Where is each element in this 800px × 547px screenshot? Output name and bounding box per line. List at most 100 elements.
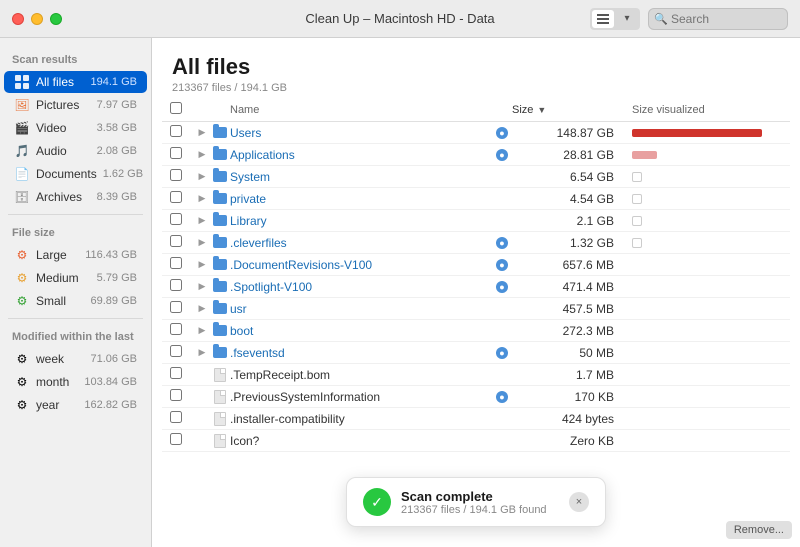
view-list-button[interactable] <box>592 10 614 28</box>
row-name[interactable]: Users <box>230 126 492 140</box>
bar-check <box>632 194 642 204</box>
row-info-button[interactable]: ● <box>492 237 512 249</box>
table-row[interactable]: ▶.fseventsd●50 MB <box>162 342 790 364</box>
doc-icon: 📄 <box>14 166 30 182</box>
row-checkbox-input[interactable] <box>170 301 182 313</box>
row-checkbox-input[interactable] <box>170 257 182 269</box>
table-row[interactable]: ▶ .DocumentRevisions-V100●657.6 MB <box>162 254 790 276</box>
row-name[interactable]: boot <box>230 324 492 338</box>
table-row[interactable]: .TempReceipt.bom1.7 MB <box>162 364 790 386</box>
sidebar-item-archives[interactable]: 🗄 Archives 8.39 GB <box>4 186 147 208</box>
row-size: 471.4 MB <box>512 280 622 294</box>
expand-arrow[interactable]: ▶ <box>194 347 210 358</box>
row-name[interactable]: .cleverfiles <box>230 236 492 250</box>
row-checkbox-input[interactable] <box>170 147 182 159</box>
sidebar-item-audio[interactable]: 🎵 Audio 2.08 GB <box>4 140 147 162</box>
row-name[interactable]: Library <box>230 214 492 228</box>
select-all-checkbox[interactable] <box>170 102 182 114</box>
sidebar-item-all-files[interactable]: All files 194.1 GB <box>4 71 147 93</box>
row-name[interactable]: .fseventsd <box>230 346 492 360</box>
search-input[interactable] <box>648 8 788 30</box>
maximize-button[interactable] <box>50 13 62 25</box>
row-info-button[interactable]: ● <box>492 281 512 293</box>
minimize-button[interactable] <box>31 13 43 25</box>
row-checkbox-input[interactable] <box>170 345 182 357</box>
row-name[interactable]: .DocumentRevisions-V100 <box>230 258 492 272</box>
sidebar-item-year[interactable]: ⚙ year 162.82 GB <box>4 394 147 416</box>
row-checkbox-input[interactable] <box>170 323 182 335</box>
expand-arrow[interactable]: ▶ <box>194 171 210 182</box>
expand-arrow[interactable]: ▶ <box>194 259 210 270</box>
table-row[interactable]: ▶ .Spotlight-V100●471.4 MB <box>162 276 790 298</box>
expand-arrow[interactable]: ▶ <box>194 237 210 248</box>
toast-close-button[interactable]: × <box>569 492 589 512</box>
sidebar-item-label: Medium <box>36 271 91 285</box>
row-checkbox-input[interactable] <box>170 367 182 379</box>
sidebar-item-video[interactable]: 🎬 Video 3.58 GB <box>4 117 147 139</box>
expand-arrow[interactable]: ▶ <box>194 149 210 160</box>
expand-arrow[interactable]: ▶ <box>194 281 210 292</box>
row-checkbox-input[interactable] <box>170 125 182 137</box>
sidebar-item-label: month <box>36 375 78 389</box>
expand-arrow[interactable]: ▶ <box>194 303 210 314</box>
expand-arrow[interactable]: ▶ <box>194 127 210 138</box>
table-row[interactable]: ▶ boot 272.3 MB <box>162 320 790 342</box>
row-info-button[interactable]: ● <box>492 391 512 403</box>
sidebar-item-week[interactable]: ⚙ week 71.06 GB <box>4 348 147 370</box>
sidebar-item-documents[interactable]: 📄 Documents 1.62 GB <box>4 163 147 185</box>
table-row[interactable]: ▶.cleverfiles●1.32 GB <box>162 232 790 254</box>
row-checkbox-input[interactable] <box>170 191 182 203</box>
expand-arrow[interactable]: ▶ <box>194 215 210 226</box>
row-checkbox-input[interactable] <box>170 389 182 401</box>
row-info-button[interactable]: ● <box>492 149 512 161</box>
row-name[interactable]: .installer-compatibility <box>230 412 492 426</box>
name-col-header[interactable]: Name <box>230 104 492 116</box>
row-name[interactable]: .Spotlight-V100 <box>230 280 492 294</box>
row-size: 272.3 MB <box>512 324 622 338</box>
table-row[interactable]: .installer-compatibility424 bytes <box>162 408 790 430</box>
row-name[interactable]: Applications <box>230 148 492 162</box>
table-row[interactable]: ▶private4.54 GB <box>162 188 790 210</box>
table-row[interactable]: ▶usr457.5 MB <box>162 298 790 320</box>
row-checkbox-input[interactable] <box>170 169 182 181</box>
row-checkbox-input[interactable] <box>170 213 182 225</box>
sidebar-item-month[interactable]: ⚙ month 103.84 GB <box>4 371 147 393</box>
table-row[interactable]: .PreviousSystemInformation●170 KB <box>162 386 790 408</box>
row-checkbox-input[interactable] <box>170 433 182 445</box>
sidebar-item-medium[interactable]: ⚙ Medium 5.79 GB <box>4 267 147 289</box>
titlebar-right: ▾ 🔍 <box>590 8 788 30</box>
row-info-button[interactable]: ● <box>492 127 512 139</box>
remove-button[interactable]: Remove... <box>726 521 792 539</box>
table-row[interactable]: ▶Users●148.87 GB <box>162 122 790 144</box>
content-header: All files 213367 files / 194.1 GB <box>152 38 800 98</box>
close-button[interactable] <box>12 13 24 25</box>
row-checkbox-input[interactable] <box>170 235 182 247</box>
row-size: 657.6 MB <box>512 258 622 272</box>
row-name[interactable]: .PreviousSystemInformation <box>230 390 492 404</box>
sidebar-item-pictures[interactable]: 🖼 Pictures 7.97 GB <box>4 94 147 116</box>
row-size: 2.1 GB <box>512 214 622 228</box>
row-name[interactable]: System <box>230 170 492 184</box>
expand-arrow[interactable]: ▶ <box>194 193 210 204</box>
sidebar-item-size: 69.89 GB <box>91 295 137 307</box>
row-info-button[interactable]: ● <box>492 259 512 271</box>
row-file-icon <box>210 215 230 226</box>
size-col-header[interactable]: Size ▼ <box>512 104 622 116</box>
table-row[interactable]: ▶Applications●28.81 GB <box>162 144 790 166</box>
sidebar-item-small[interactable]: ⚙ Small 69.89 GB <box>4 290 147 312</box>
row-name[interactable]: private <box>230 192 492 206</box>
row-info-button[interactable]: ● <box>492 347 512 359</box>
expand-arrow[interactable]: ▶ <box>194 325 210 336</box>
music-icon: 🎵 <box>14 143 30 159</box>
size-sort-label: Size <box>512 104 533 116</box>
table-row[interactable]: ▶System6.54 GB <box>162 166 790 188</box>
row-name[interactable]: usr <box>230 302 492 316</box>
row-name[interactable]: Icon? <box>230 434 492 448</box>
row-checkbox-input[interactable] <box>170 279 182 291</box>
sidebar-item-large[interactable]: ⚙ Large 116.43 GB <box>4 244 147 266</box>
table-row[interactable]: Icon?Zero KB <box>162 430 790 452</box>
view-grid-button[interactable]: ▾ <box>616 10 638 28</box>
table-row[interactable]: ▶ Library 2.1 GB <box>162 210 790 232</box>
row-checkbox-input[interactable] <box>170 411 182 423</box>
row-name[interactable]: .TempReceipt.bom <box>230 368 492 382</box>
